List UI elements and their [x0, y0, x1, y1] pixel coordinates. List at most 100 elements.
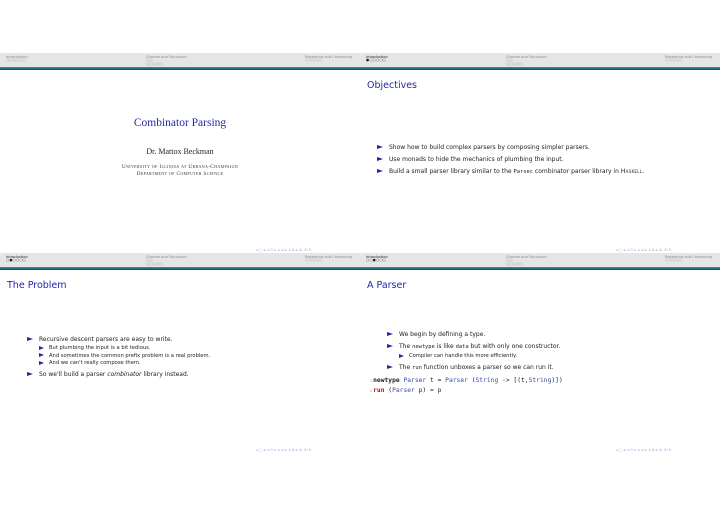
slide-a-parser: Introduction ○○●○○○ Choices and Recursio…: [360, 253, 720, 453]
section-dots[interactable]: ○○○○○: [305, 258, 352, 263]
code-type: String: [475, 377, 499, 384]
section-dots[interactable]: ○○○○○: [506, 62, 547, 67]
section-dots[interactable]: ○○●○○○: [366, 258, 388, 263]
bullet-text: So we'll build a parser: [39, 371, 108, 378]
small-caps-text: Haskell: [620, 168, 643, 175]
frame-title: Objectives: [367, 80, 417, 91]
bullet-text: is like: [434, 343, 456, 350]
bullet-list: We begin by defining a type. The newtype…: [387, 331, 560, 377]
slide-title: Introduction ○○○○○○ Choices and Recursio…: [0, 53, 360, 253]
bullet-triangle-icon: [27, 372, 33, 376]
bullet-text: The: [399, 343, 413, 350]
bullet-text: function unboxes a parser so we can run …: [421, 364, 554, 371]
nav-section-introduction[interactable]: Introduction ○○○○○○: [6, 55, 28, 63]
bullet-item: The run function unboxes a parser so we …: [387, 364, 560, 372]
beamer-navigation-symbols[interactable]: ◂ □ ▸ ◂ ⊡ ▸ ◂ ≣ ▸ ◂ ≣ ▸ ≣ ↺⌕↻: [616, 248, 672, 252]
emphasis-text: combinator: [107, 371, 142, 378]
presentation-title: Combinator Parsing: [133, 117, 227, 129]
section-dots[interactable]: ○○○○○: [305, 58, 352, 63]
code-type: Parser: [445, 377, 468, 384]
bullet-text: The: [399, 364, 413, 371]
bullet-text: Recursive descent parsers are easy to wr…: [39, 336, 173, 343]
bullet-text: combinator parser library in: [533, 168, 621, 175]
bullet-text: But plumbing the input is a bit tedious.: [49, 345, 151, 351]
nav-section-choices[interactable]: Choices and Recursion ○○ ○○○○○: [506, 255, 547, 266]
bullet-text: Compiler can handle this more efficientl…: [409, 353, 517, 359]
author: Dr. Mattox Beckman: [146, 147, 214, 156]
nav-section-choices[interactable]: Choices and Recursion ○○ ○○○○○: [506, 55, 547, 66]
headline-bar: Introduction ○●○○○○ Choices and Recursio…: [0, 253, 360, 267]
code-text: p) = p: [414, 387, 442, 394]
bullet-item: The newtype is like data but with only o…: [387, 343, 560, 359]
slide-objectives: Introduction ●○○○○○ Choices and Recursio…: [360, 53, 720, 253]
code-function: run: [373, 387, 385, 394]
nav-section-introduction[interactable]: Introduction ○●○○○○: [6, 255, 28, 263]
sub-bullet-item: Compiler can handle this more efficientl…: [399, 353, 560, 359]
title-block: Combinator Parsing Dr. Mattox Beckman Un…: [0, 117, 360, 178]
section-dots[interactable]: ○○○○○: [146, 62, 187, 67]
nav-section-introduction[interactable]: Introduction ●○○○○○: [366, 55, 388, 63]
sub-bullet-item: And sometimes the common prefix problem …: [39, 353, 210, 359]
code-text: -> [(t,: [498, 377, 529, 384]
bullet-text: Build a small parser library similar to …: [389, 168, 514, 175]
headline-bar: Introduction ○○○○○○ Choices and Recursio…: [0, 53, 360, 67]
section-dots[interactable]: ○○○○○: [506, 262, 547, 267]
bullet-text: .: [642, 168, 645, 175]
sub-bullet-item: But plumbing the input is a bit tedious.: [39, 345, 210, 351]
code-line-2: 2run (Parser p) = p: [370, 386, 563, 396]
nav-section-repeating[interactable]: Repeating and Composing ○○○○○: [665, 255, 712, 263]
code-type: Parser: [403, 377, 427, 384]
headline-bar: Introduction ○○●○○○ Choices and Recursio…: [360, 253, 720, 267]
bullet-item: Show how to build complex parsers by com…: [377, 144, 644, 151]
slide-the-problem: Introduction ○●○○○○ Choices and Recursio…: [0, 253, 360, 453]
bullet-item: We begin by defining a type.: [387, 331, 560, 338]
nav-section-repeating[interactable]: Repeating and Composing ○○○○○: [665, 55, 712, 63]
code-line-1: 1newtype Parser t = Parser (String -> [(…: [370, 376, 563, 386]
nav-section-choices[interactable]: Choices and Recursion ○○ ○○○○○: [146, 255, 187, 266]
bullet-list: Show how to build complex parsers by com…: [377, 144, 644, 181]
section-dots[interactable]: ●○○○○○: [366, 58, 388, 63]
code-text: )]): [551, 377, 563, 384]
frame-title: A Parser: [367, 280, 407, 291]
bullet-triangle-icon: [387, 332, 393, 336]
code-type: Parser: [392, 387, 415, 394]
line-number: 1: [370, 379, 373, 383]
nav-section-choices[interactable]: Choices and Recursion ○○ ○○○○○: [146, 55, 187, 66]
beamer-navigation-symbols[interactable]: ◂ □ ▸ ◂ ⊡ ▸ ◂ ≣ ▸ ◂ ≣ ▸ ≣ ↺⌕↻: [256, 248, 312, 252]
nav-section-introduction[interactable]: Introduction ○○●○○○: [366, 255, 388, 263]
institution-line: University of Illinois at Urbana-Champai…: [121, 164, 239, 170]
line-number: 2: [370, 389, 373, 393]
bullet-text: but with only one constructor.: [468, 343, 561, 350]
section-dots[interactable]: ○○○○○: [146, 262, 187, 267]
nav-section-repeating[interactable]: Repeating and Composing ○○○○○: [305, 55, 352, 63]
bullet-triangle-icon: [377, 157, 383, 161]
headline-rule: [360, 267, 720, 270]
bullet-text: Use monads to hide the mechanics of plum…: [389, 156, 564, 163]
inline-code: newtype: [412, 344, 435, 350]
bullet-list: Recursive descent parsers are easy to wr…: [27, 336, 210, 383]
sub-bullet-list: Compiler can handle this more efficientl…: [399, 353, 560, 359]
bullet-triangle-icon: [377, 169, 383, 173]
bullet-item: Recursive descent parsers are easy to wr…: [27, 336, 210, 366]
headline-bar: Introduction ●○○○○○ Choices and Recursio…: [360, 53, 720, 67]
bullet-item: So we'll build a parser combinator libra…: [27, 371, 210, 378]
beamer-navigation-symbols[interactable]: ◂ □ ▸ ◂ ⊡ ▸ ◂ ≣ ▸ ◂ ≣ ▸ ≣ ↺⌕↻: [616, 448, 672, 452]
nav-section-repeating[interactable]: Repeating and Composing ○○○○○: [305, 255, 352, 263]
beamer-navigation-symbols[interactable]: ◂ □ ▸ ◂ ⊡ ▸ ◂ ≣ ▸ ◂ ≣ ▸ ≣ ↺⌕↻: [256, 448, 312, 452]
section-dots[interactable]: ○○○○○: [665, 258, 712, 263]
institution: University of Illinois at Urbana-Champai…: [0, 164, 360, 178]
sub-bullet-list: But plumbing the input is a bit tedious.…: [39, 345, 210, 366]
bullet-text: Show how to build complex parsers by com…: [389, 144, 590, 151]
bullet-triangle-icon: [377, 145, 383, 149]
section-dots[interactable]: ○●○○○○: [6, 258, 28, 263]
frame-title: The Problem: [7, 280, 67, 291]
bullet-text: And we can't really compose them.: [49, 360, 141, 366]
bullet-item: Build a small parser library similar to …: [377, 168, 644, 176]
section-dots[interactable]: ○○○○○○: [6, 58, 28, 63]
code-type: String: [528, 377, 552, 384]
bullet-text: And sometimes the common prefix problem …: [49, 352, 211, 359]
section-dots[interactable]: ○○○○○: [665, 58, 712, 63]
inline-code: run: [412, 365, 422, 371]
bullet-triangle-icon: [27, 337, 33, 341]
code-text: t =: [426, 377, 446, 384]
